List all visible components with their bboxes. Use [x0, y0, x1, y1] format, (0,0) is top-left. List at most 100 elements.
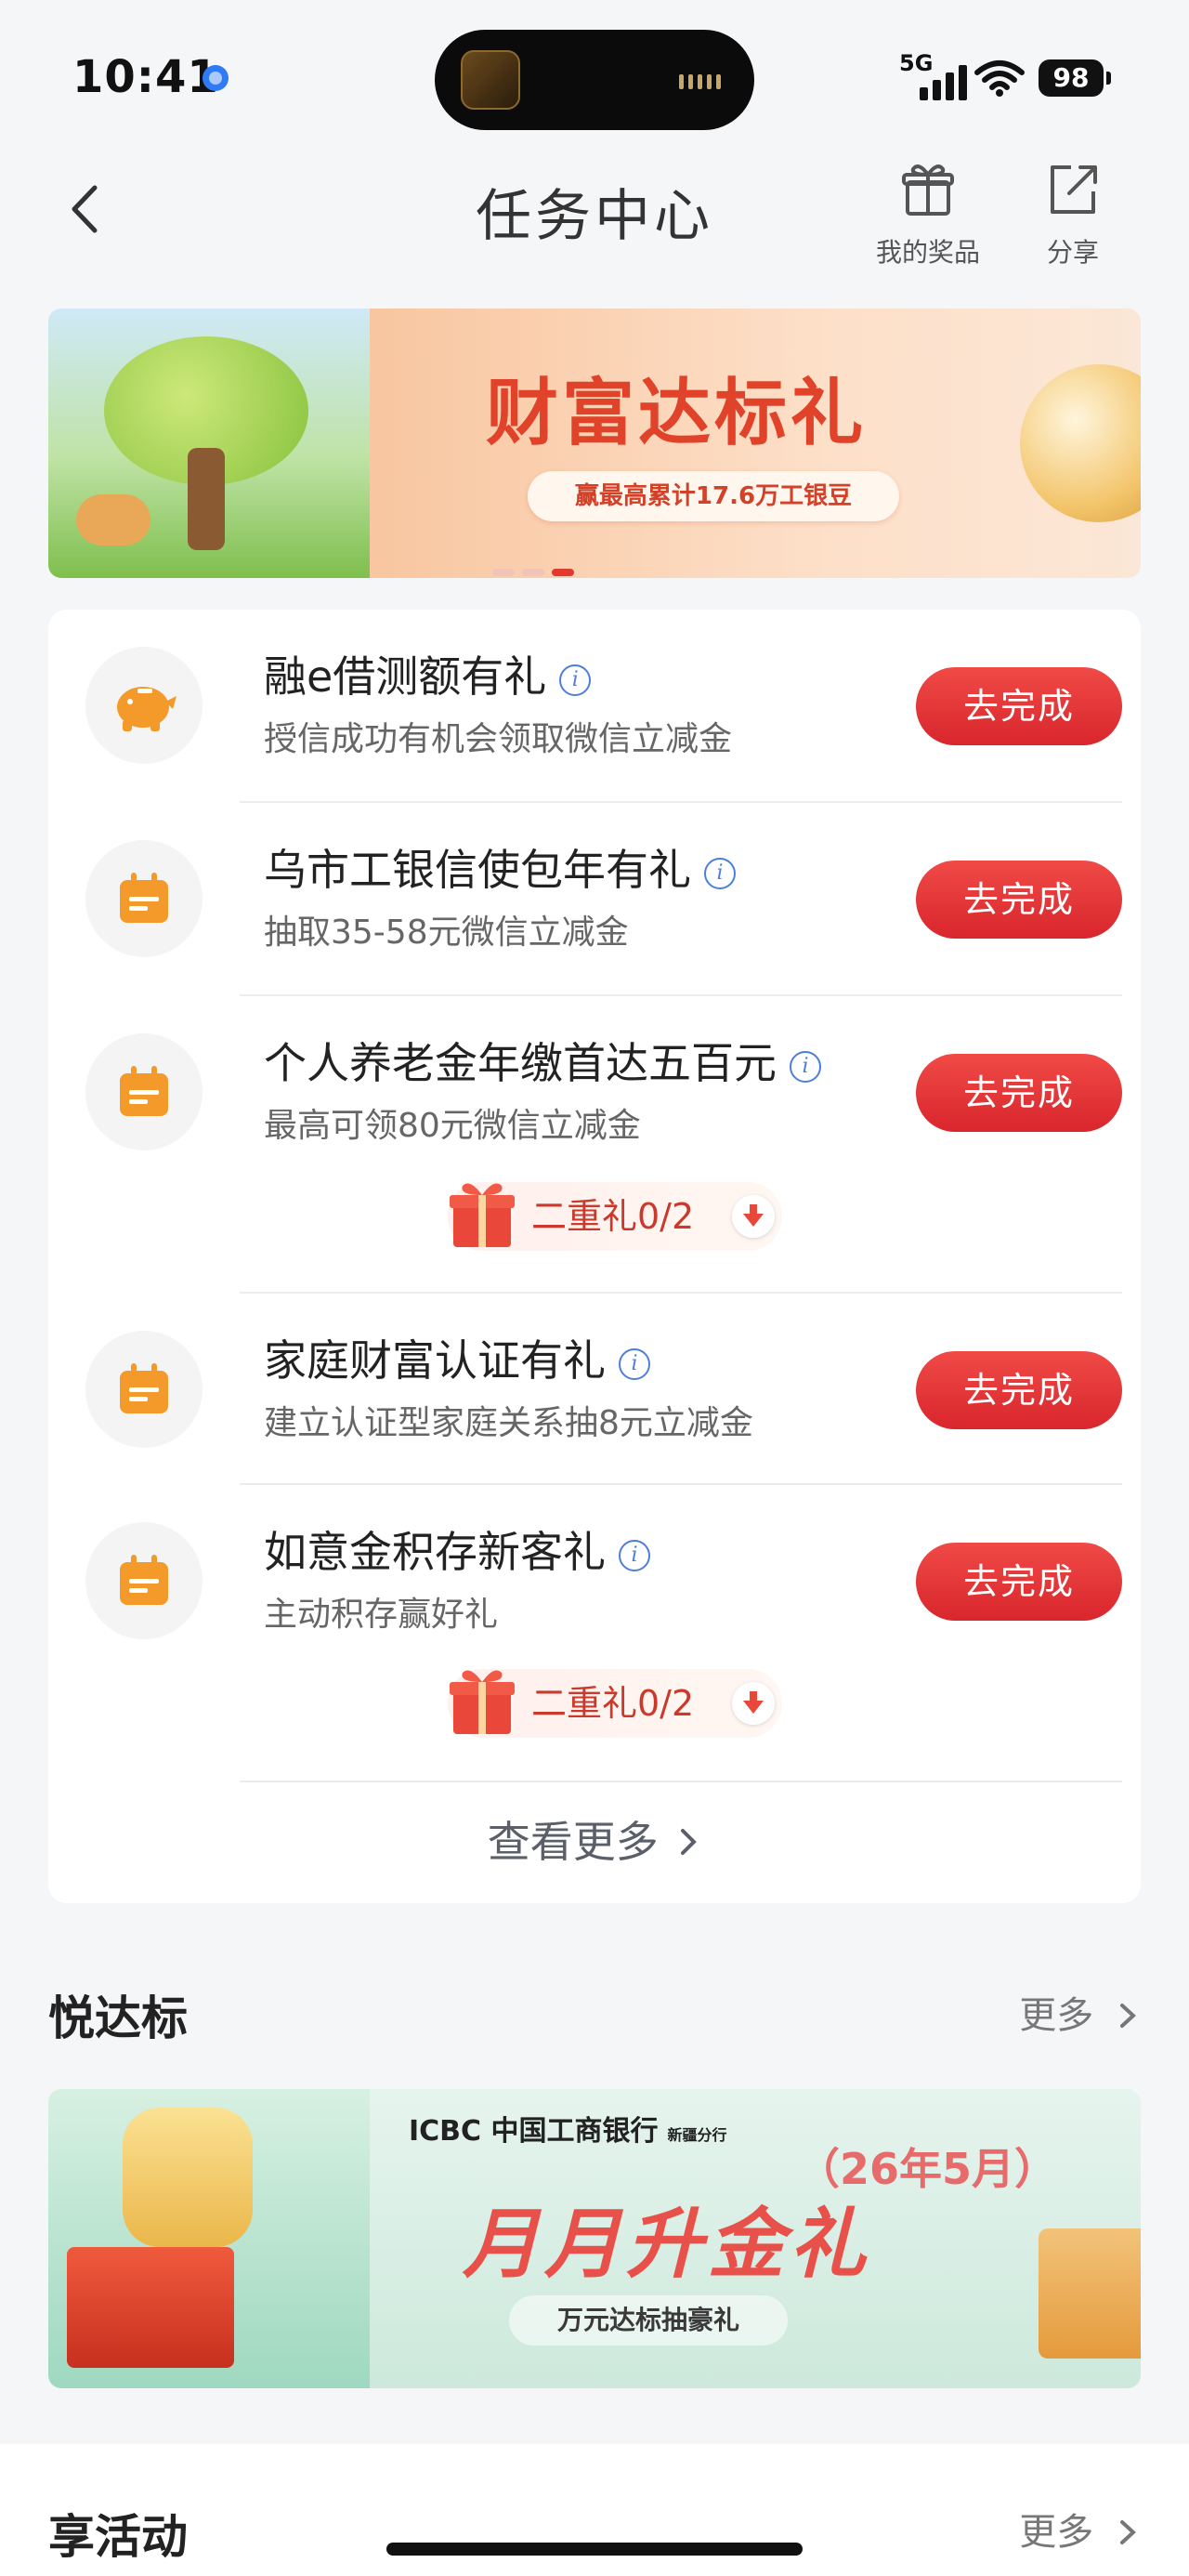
divider	[240, 1781, 1122, 1782]
corgi-image	[76, 494, 150, 545]
now-playing-thumbnail	[461, 50, 520, 110]
complete-task-button[interactable]: 去完成	[916, 667, 1122, 745]
nav-bar: 任务中心 我的奖品 分享	[0, 149, 1189, 288]
section-more-label: 更多	[1019, 2511, 1094, 2554]
gift-icon	[902, 164, 954, 216]
carousel-dot[interactable]	[492, 569, 515, 576]
task-title-text: 如意金积存新客礼	[264, 1527, 606, 1577]
task-title-text: 个人养老金年缴首达五百元	[264, 1038, 777, 1088]
red-gift-box-image	[67, 2247, 234, 2368]
task-icon-wrap	[85, 840, 203, 957]
info-icon[interactable]: i	[704, 857, 736, 889]
task-title: 家庭财富认证有礼 i	[264, 1327, 650, 1388]
share-icon	[1051, 165, 1097, 214]
share-button[interactable]: 分享	[1013, 160, 1133, 269]
task-item[interactable]: 乌市工银信使包年有礼 i 抽取35-58元微信立减金 去完成	[48, 803, 1141, 996]
gold-ingot-image	[1020, 364, 1141, 522]
task-item[interactable]: 个人养老金年缴首达五百元 i 最高可领80元微信立减金 去完成 二重礼0/2	[48, 996, 1141, 1294]
task-icon-wrap	[85, 1331, 203, 1448]
my-prizes-button[interactable]: 我的奖品	[868, 160, 988, 269]
complete-task-button[interactable]: 去完成	[916, 861, 1122, 939]
expand-arrow-icon	[732, 1682, 775, 1725]
gift-bag-image	[1039, 2228, 1141, 2359]
task-item[interactable]: 家庭财富认证有礼 i 建立认证型家庭关系抽8元立减金 去完成	[48, 1294, 1141, 1485]
task-title: 乌市工银信使包年有礼 i	[264, 836, 736, 898]
task-desc: 主动积存赢好礼	[264, 1596, 499, 1634]
promo-carousel[interactable]: 财富达标礼 赢最高累计17.6万工银豆	[48, 309, 1141, 578]
section-title: 享活动	[48, 2510, 188, 2564]
tier-reward-toggle[interactable]: 二重礼0/2	[448, 1182, 782, 1251]
task-center-page: 10:41 5G 98 任务中心 我的奖品 分享 财富达标礼 赢最高累计17.6…	[0, 0, 1189, 2576]
promo-headline: 月月升金礼	[463, 2201, 871, 2289]
view-more-label: 查看更多	[487, 1817, 659, 1867]
home-indicator[interactable]	[386, 2543, 803, 2556]
expand-arrow-icon	[732, 1195, 775, 1238]
task-title-text: 融e借测额有礼	[264, 651, 547, 702]
chevron-right-icon	[1120, 2520, 1136, 2544]
signal-icon	[920, 65, 967, 100]
status-time: 10:41	[72, 51, 219, 103]
calendar-icon	[120, 1363, 168, 1413]
complete-task-button[interactable]: 去完成	[916, 1054, 1122, 1132]
carousel-prev-slide[interactable]	[48, 309, 370, 578]
section-title: 悦达标	[48, 1991, 188, 2045]
banner-headline: 财富达标礼	[485, 372, 867, 455]
info-icon[interactable]: i	[619, 1347, 650, 1380]
promo-subtitle: 万元达标抽豪礼	[509, 2295, 788, 2346]
my-prizes-label: 我的奖品	[875, 237, 980, 268]
task-icon-wrap	[85, 1522, 203, 1639]
task-item[interactable]: 如意金积存新客礼 i 主动积存赢好礼 去完成 二重礼0/2	[48, 1485, 1141, 1782]
task-icon-wrap	[85, 1033, 203, 1150]
carousel-dots	[492, 569, 574, 576]
complete-task-button[interactable]: 去完成	[916, 1543, 1122, 1621]
section-more-link[interactable]: 更多	[1019, 1985, 1141, 2039]
task-desc: 授信成功有机会领取微信立减金	[264, 720, 733, 758]
promo-current-slide[interactable]: ICBC 中国工商银行 新疆分行 （26年5月） 月月升金礼 万元达标抽豪礼	[370, 2089, 1141, 2388]
task-title: 融e借测额有礼 i	[264, 643, 592, 704]
promo-prev-slide[interactable]	[48, 2089, 370, 2388]
gift-box-icon	[450, 1183, 515, 1247]
task-desc: 建立认证型家庭关系抽8元立减金	[264, 1404, 753, 1442]
status-bar: 10:41 5G 98	[0, 0, 1189, 149]
info-icon[interactable]: i	[559, 664, 592, 696]
gift-box-icon	[450, 1670, 515, 1734]
info-icon[interactable]: i	[619, 1539, 650, 1571]
monthly-promo-banner[interactable]: ICBC 中国工商银行 新疆分行 （26年5月） 月月升金礼 万元达标抽豪礼	[48, 2089, 1141, 2388]
location-icon	[203, 65, 229, 91]
piggy-bank-icon	[117, 687, 176, 731]
task-list-card: 融e借测额有礼 i 授信成功有机会领取微信立减金 去完成 乌市工银信使包年有礼 i …	[48, 610, 1141, 1903]
bank-brand: ICBC 中国工商银行 新疆分行	[409, 2108, 727, 2149]
tree-trunk	[188, 448, 225, 550]
share-label: 分享	[1046, 237, 1099, 268]
tier-reward-label: 二重礼0/2	[531, 1196, 695, 1237]
section-more-link[interactable]: 更多	[1019, 2502, 1141, 2556]
page-title: 任务中心	[476, 184, 713, 249]
banner-subtitle: 赢最高累计17.6万工银豆	[528, 471, 899, 521]
tier-reward-toggle[interactable]: 二重礼0/2	[448, 1669, 782, 1738]
info-icon[interactable]: i	[790, 1050, 821, 1083]
complete-task-button[interactable]: 去完成	[916, 1351, 1122, 1429]
calendar-icon	[120, 1066, 168, 1116]
task-desc: 抽取35-58元微信立减金	[264, 913, 629, 952]
calendar-icon	[120, 873, 168, 923]
hourglass-image	[123, 2108, 253, 2247]
battery-indicator: 98	[1039, 59, 1111, 97]
task-title-text: 乌市工银信使包年有礼	[264, 845, 691, 895]
dynamic-island[interactable]	[435, 30, 754, 130]
carousel-current-slide[interactable]: 财富达标礼 赢最高累计17.6万工银豆	[370, 309, 1141, 578]
tier-reward-label: 二重礼0/2	[531, 1683, 695, 1724]
task-desc: 最高可领80元微信立减金	[264, 1107, 641, 1145]
task-title: 如意金积存新客礼 i	[264, 1518, 650, 1580]
bank-brand-name: ICBC 中国工商银行	[409, 2115, 659, 2148]
calendar-icon	[120, 1555, 168, 1605]
carousel-dot[interactable]	[522, 569, 544, 576]
task-title: 个人养老金年缴首达五百元 i	[264, 1030, 821, 1091]
audio-wave-icon	[679, 74, 721, 89]
task-icon-wrap	[85, 647, 203, 764]
view-more-link[interactable]: 查看更多	[48, 1808, 1141, 1870]
carousel-dot-active[interactable]	[552, 569, 574, 576]
section-more-label: 更多	[1019, 1994, 1094, 2037]
task-item[interactable]: 融e借测额有礼 i 授信成功有机会领取微信立减金 去完成	[48, 610, 1141, 803]
chevron-right-icon	[1120, 2004, 1136, 2028]
task-title-text: 家庭财富认证有礼	[264, 1335, 606, 1386]
